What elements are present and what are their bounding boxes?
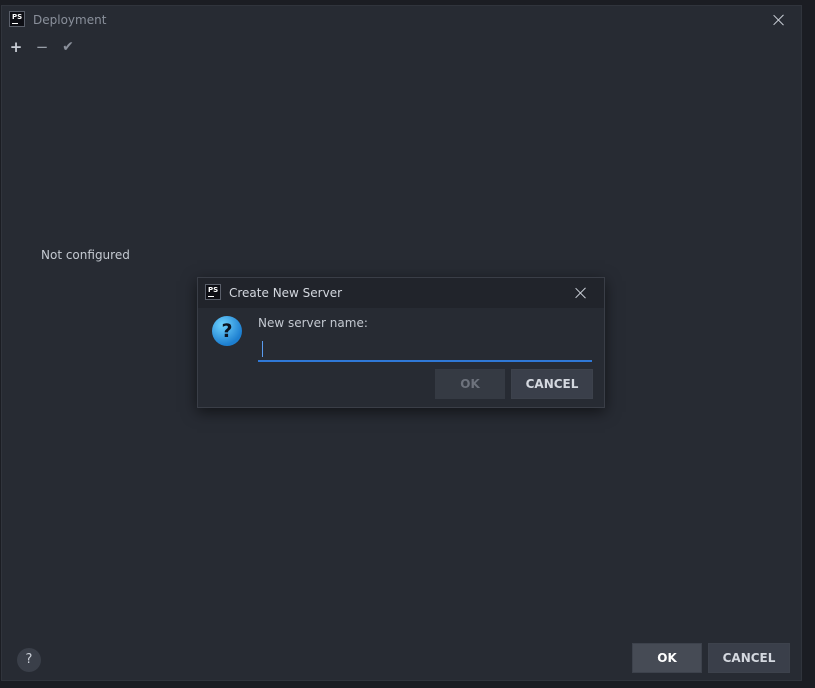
window-titlebar: PS Deployment <box>2 6 801 34</box>
dialog-cancel-button[interactable]: CANCEL <box>511 369 593 399</box>
ok-button[interactable]: OK <box>632 643 702 673</box>
plus-icon[interactable]: + <box>7 38 25 56</box>
checkmark-icon[interactable]: ✔ <box>59 38 77 56</box>
phpstorm-logo-icon: PS <box>9 11 25 27</box>
help-icon[interactable]: ? <box>17 648 41 672</box>
dialog-ok-button[interactable]: OK <box>435 369 505 399</box>
toolbar: + − ✔ <box>2 36 801 58</box>
window-title: Deployment <box>33 13 107 27</box>
phpstorm-logo-icon: PS <box>205 284 221 300</box>
question-icon: ? <box>212 316 242 346</box>
create-server-dialog: PS Create New Server ? New server name: … <box>197 277 605 408</box>
server-name-label: New server name: <box>258 316 368 330</box>
text-caret <box>262 341 263 357</box>
close-icon[interactable] <box>772 13 786 27</box>
server-name-input[interactable] <box>258 338 592 362</box>
dialog-titlebar: PS Create New Server <box>198 278 604 308</box>
dialog-title: Create New Server <box>229 286 343 300</box>
minus-icon[interactable]: − <box>33 38 51 56</box>
empty-state-label: Not configured <box>41 248 130 262</box>
close-icon[interactable] <box>574 286 588 300</box>
cancel-button[interactable]: CANCEL <box>708 643 790 673</box>
